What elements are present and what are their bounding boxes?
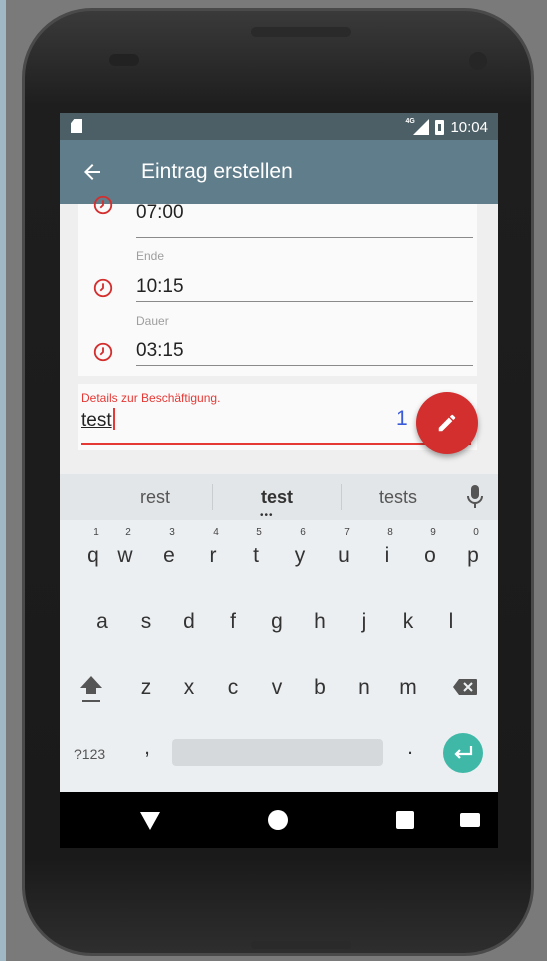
nav-home-icon[interactable]	[268, 810, 288, 830]
time-card: 07:00 Ende 10:15 Dauer 03:15	[78, 195, 477, 376]
symbols-key[interactable]: ?123	[74, 746, 105, 762]
key-hint-8: 8	[387, 527, 393, 538]
key-i[interactable]: i	[367, 544, 407, 568]
key-hint-4: 4	[213, 527, 219, 538]
suggestion-divider	[341, 484, 342, 510]
key-g[interactable]: g	[257, 610, 297, 634]
front-camera	[469, 52, 487, 70]
clock-icon	[93, 195, 113, 215]
key-f[interactable]: f	[213, 610, 253, 634]
key-n[interactable]: n	[344, 676, 384, 700]
suggestion-tests[interactable]: tests	[343, 487, 453, 508]
key-u[interactable]: u	[324, 544, 364, 568]
proximity-sensor	[109, 54, 139, 66]
keyboard-switch-icon[interactable]	[460, 813, 480, 827]
app-bar: Eintrag erstellen	[60, 140, 498, 204]
page-title: Eintrag erstellen	[141, 160, 293, 183]
key-t[interactable]: t	[236, 544, 276, 568]
key-v[interactable]: v	[257, 676, 297, 700]
details-input-text: test	[81, 410, 112, 431]
bottom-speaker	[251, 941, 351, 949]
key-b[interactable]: b	[300, 676, 340, 700]
duration-value[interactable]: 03:15	[136, 340, 184, 362]
edit-fab-button[interactable]	[416, 392, 478, 454]
key-hint-9: 9	[430, 527, 436, 538]
clock-icon	[93, 278, 113, 298]
suggestion-strip: rest test ••• tests	[60, 474, 498, 521]
key-hint-0: 0	[473, 527, 479, 538]
key-hint-1: 1	[93, 527, 99, 538]
microphone-icon[interactable]	[467, 484, 483, 510]
key-hint-2: 2	[125, 527, 131, 538]
end-underline	[136, 301, 473, 302]
comma-key[interactable]: ,	[127, 736, 167, 760]
char-counter: 1	[396, 407, 408, 430]
nav-recents-icon[interactable]	[396, 811, 414, 829]
details-label: Details zur Beschäftigung.	[81, 391, 221, 405]
start-time-value[interactable]: 07:00	[136, 202, 184, 224]
key-w[interactable]: w	[105, 544, 145, 568]
suggestion-rest[interactable]: rest	[100, 487, 210, 508]
key-e[interactable]: e	[149, 544, 189, 568]
key-a[interactable]: a	[82, 610, 122, 634]
key-hint-5: 5	[256, 527, 262, 538]
pencil-icon	[438, 414, 456, 432]
details-underline	[81, 443, 471, 445]
suggestion-more-dots: •••	[260, 510, 274, 521]
key-hint-7: 7	[344, 527, 350, 538]
key-s[interactable]: s	[126, 610, 166, 634]
suggestion-test[interactable]: test	[222, 487, 332, 508]
key-z[interactable]: z	[126, 676, 166, 700]
key-hint-3: 3	[169, 527, 175, 538]
key-hint-6: 6	[300, 527, 306, 538]
enter-icon	[454, 746, 473, 759]
key-o[interactable]: o	[410, 544, 450, 568]
window-edge	[0, 0, 6, 961]
key-d[interactable]: d	[169, 610, 209, 634]
duration-underline	[136, 365, 473, 366]
arrow-back-icon[interactable]	[80, 160, 104, 184]
soft-keyboard: rest test ••• tests q1w2e3r4t5y6u7i8o9p0…	[60, 474, 498, 792]
backspace-icon[interactable]	[452, 678, 478, 696]
key-h[interactable]: h	[300, 610, 340, 634]
period-key[interactable]: .	[390, 736, 430, 760]
navigation-bar	[60, 792, 498, 848]
status-time: 10:04	[450, 118, 488, 136]
duration-label: Dauer	[136, 314, 169, 328]
enter-button[interactable]	[443, 733, 483, 773]
status-bar: 4G 10:04	[60, 113, 498, 140]
key-y[interactable]: y	[280, 544, 320, 568]
device-screen: 4G 10:04 Eintrag erstellen 07:00 Ende 10…	[60, 113, 498, 848]
key-c[interactable]: c	[213, 676, 253, 700]
battery-icon	[435, 119, 445, 135]
key-m[interactable]: m	[388, 676, 428, 700]
details-input[interactable]: test	[81, 408, 411, 438]
key-l[interactable]: l	[431, 610, 471, 634]
space-bar[interactable]	[172, 739, 383, 766]
start-underline	[136, 237, 473, 238]
key-k[interactable]: k	[388, 610, 428, 634]
end-time-value[interactable]: 10:15	[136, 276, 184, 298]
sim-card-icon	[71, 119, 82, 133]
key-j[interactable]: j	[344, 610, 384, 634]
key-x[interactable]: x	[169, 676, 209, 700]
top-speaker	[251, 27, 351, 37]
nav-back-icon[interactable]	[140, 812, 160, 830]
text-cursor	[112, 408, 115, 430]
key-p[interactable]: p	[453, 544, 493, 568]
suggestion-divider	[212, 484, 213, 510]
signal-icon: 4G	[405, 118, 430, 135]
clock-icon	[93, 342, 113, 362]
key-r[interactable]: r	[193, 544, 233, 568]
shift-icon[interactable]	[78, 674, 104, 704]
end-label: Ende	[136, 249, 165, 263]
